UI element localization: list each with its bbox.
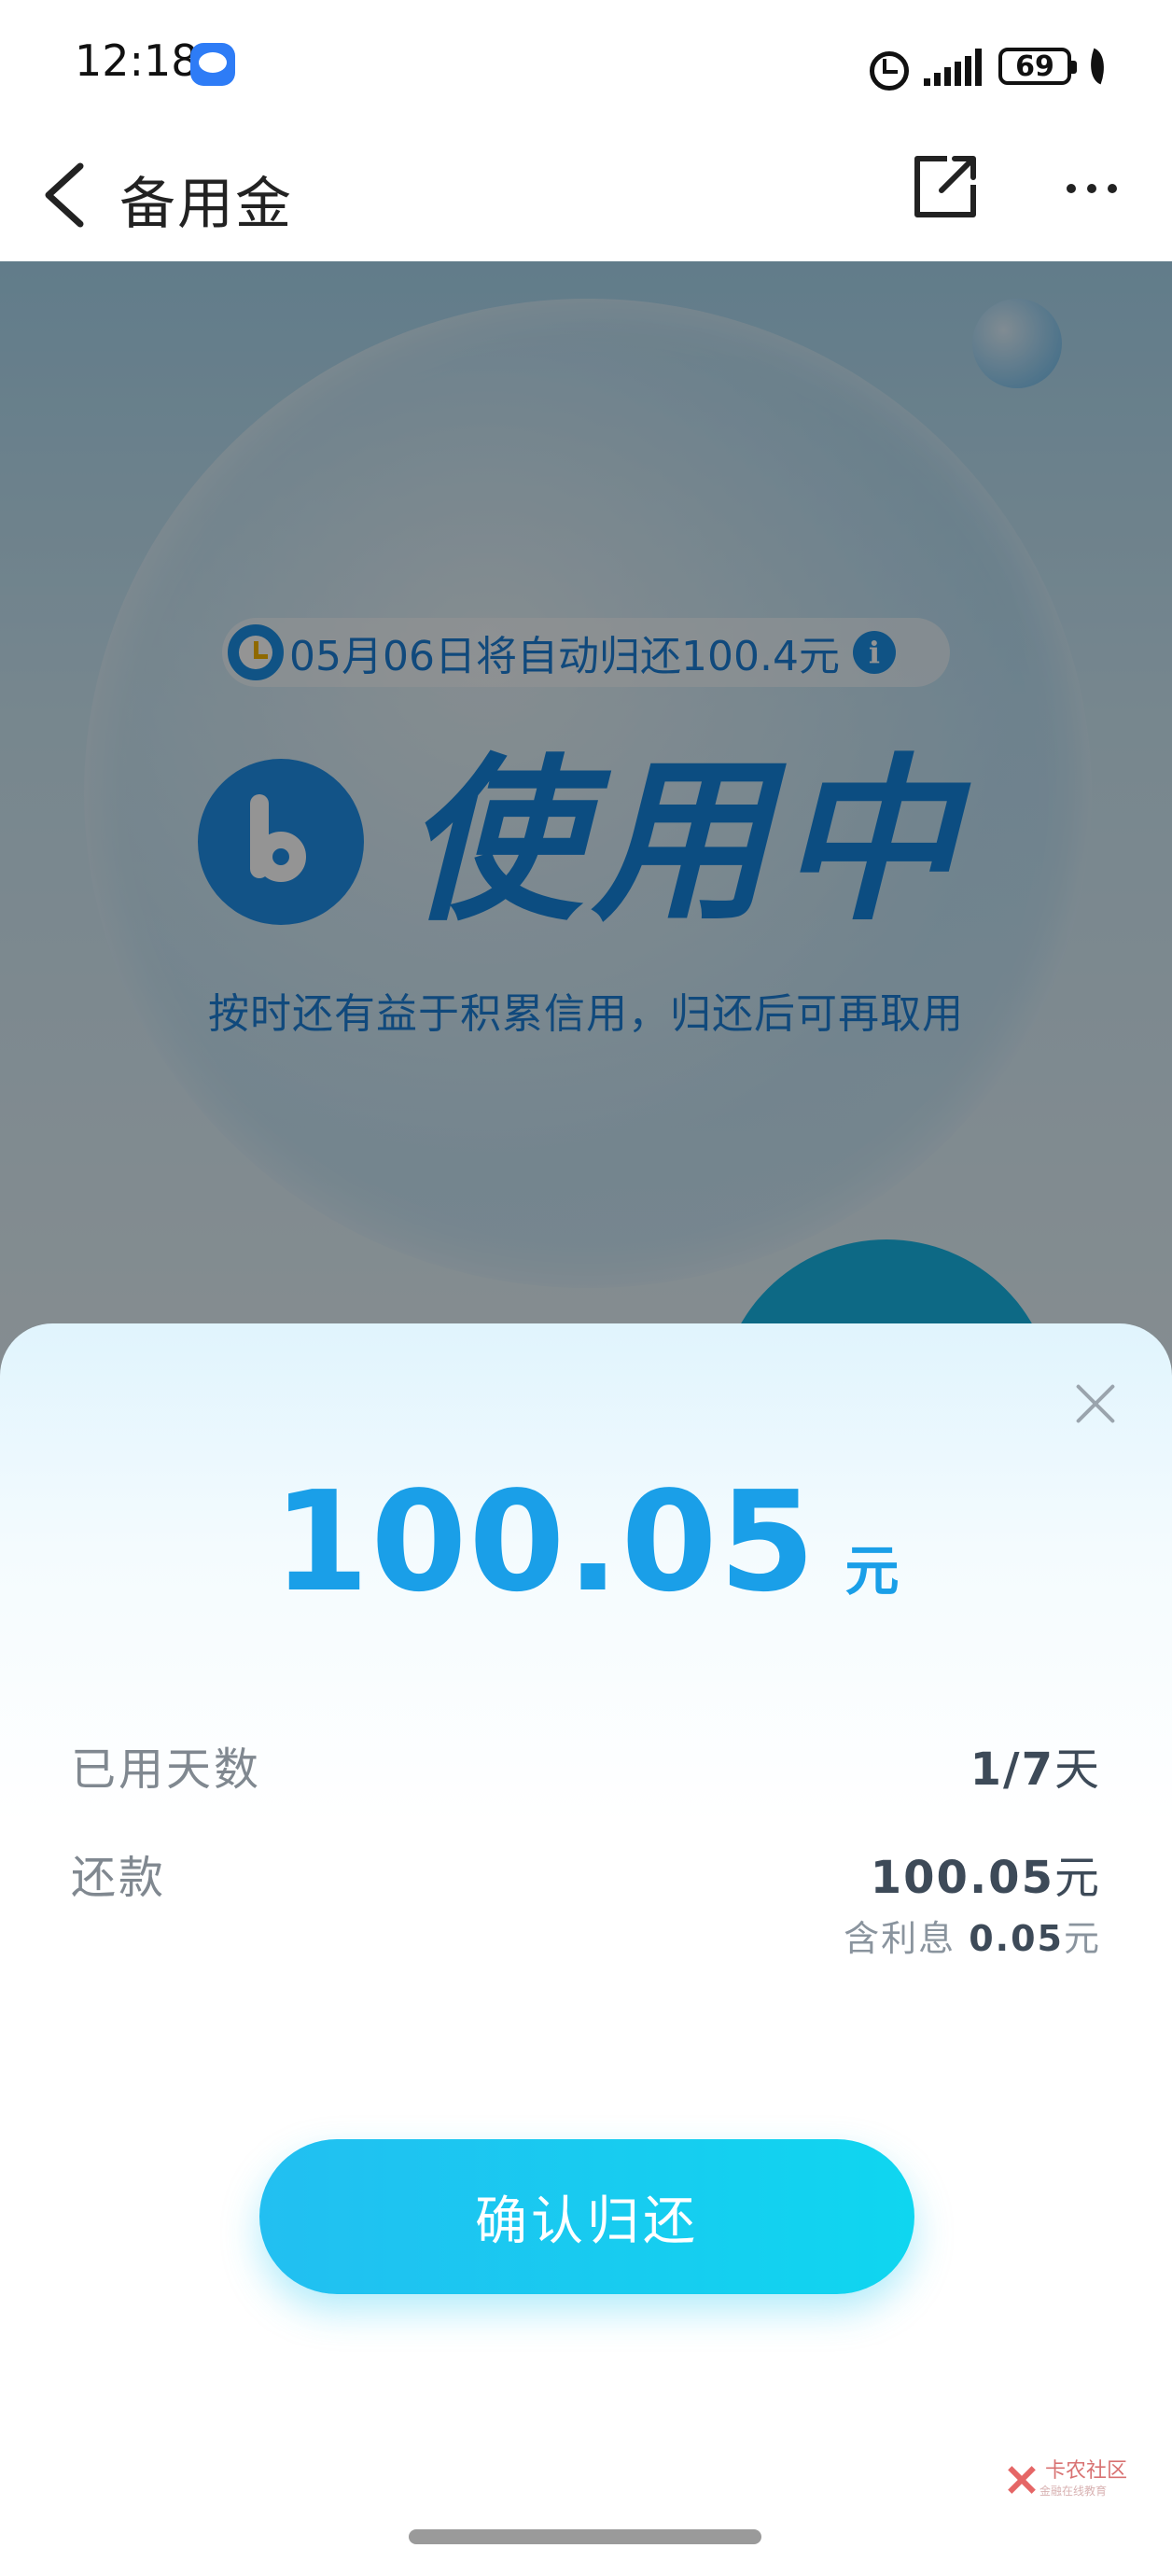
- close-icon[interactable]: [1073, 1381, 1118, 1426]
- days-used-label: 已用天数: [71, 1743, 262, 1796]
- watermark: 卡农社区 金融在线教育: [1002, 2459, 1128, 2499]
- repay-value: 100.05元: [870, 1852, 1101, 1904]
- amount-unit: 元: [844, 1539, 900, 1603]
- message-icon: [190, 43, 235, 86]
- status-icons: 69: [866, 41, 1112, 91]
- modal-overlay[interactable]: [0, 261, 1172, 1400]
- watermark-text: 卡农社区: [1045, 2459, 1128, 2483]
- interest-note: 含利息 0.05元: [844, 1918, 1101, 1959]
- page-title: 备用金: [119, 172, 293, 237]
- repay-label: 还款: [71, 1852, 167, 1904]
- amount-value: 100.05: [272, 1462, 817, 1622]
- alarm-icon: [866, 46, 909, 91]
- share-icon[interactable]: [910, 151, 981, 222]
- more-icon[interactable]: [1064, 177, 1120, 200]
- battery-icon: 69: [998, 48, 1077, 85]
- repay-sheet: 100.05 元 已用天数 1/7天 还款 100.05元 含利息 0.05元 …: [0, 1323, 1172, 2576]
- days-used-value: 1/7天: [970, 1743, 1101, 1796]
- amount-display: 100.05 元: [0, 1473, 1172, 1611]
- navbar: 备用金: [0, 131, 1172, 261]
- leaf-icon: [1082, 48, 1112, 85]
- watermark-subtext: 金融在线教育: [1039, 2485, 1108, 2499]
- status-bar: 12:18 69: [0, 0, 1172, 131]
- signal-icon: [924, 47, 982, 86]
- confirm-return-button[interactable]: 确认归还: [259, 2139, 914, 2294]
- home-indicator[interactable]: [409, 2529, 761, 2544]
- back-icon[interactable]: [35, 153, 101, 237]
- watermark-logo-icon: [1002, 2461, 1039, 2499]
- status-time: 12:18: [75, 35, 199, 86]
